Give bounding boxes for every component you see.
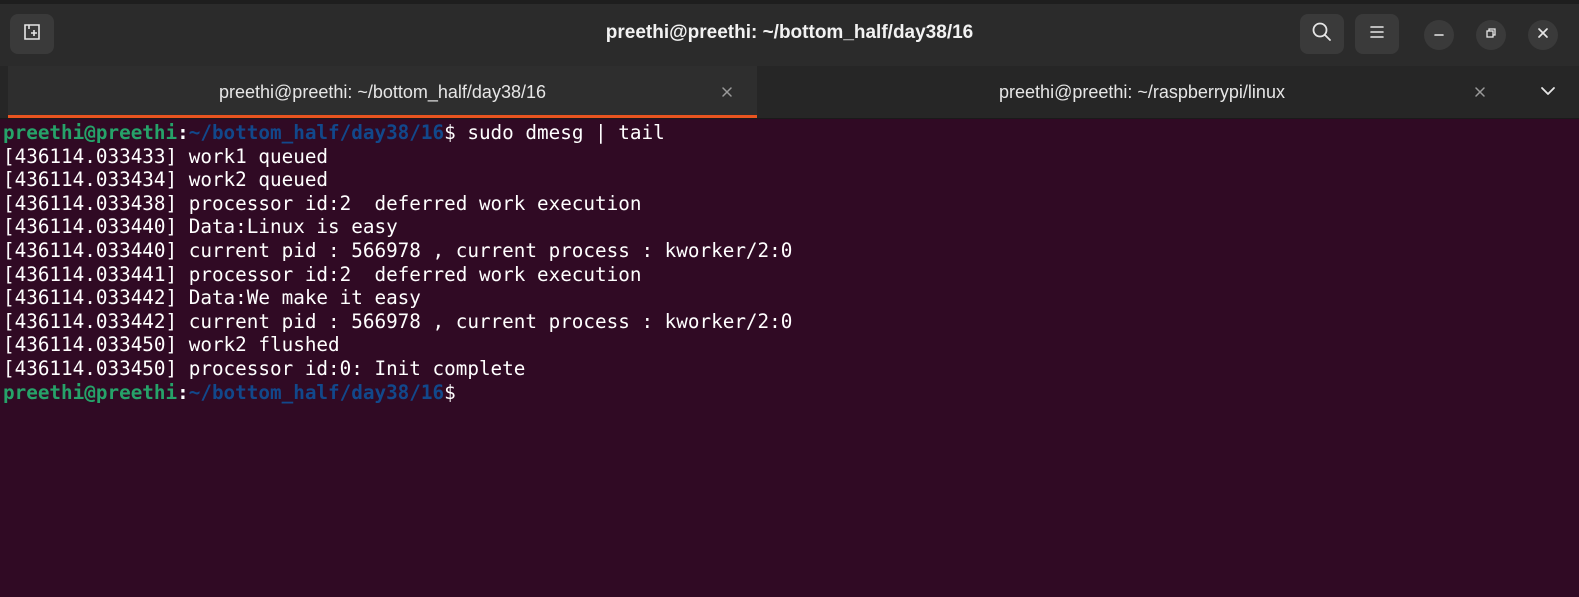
minimize-icon — [1433, 26, 1445, 44]
output-line: [436114.033450] work2 flushed — [3, 333, 340, 357]
tab-bottom-half[interactable]: preethi@preethi: ~/bottom_half/day38/16 — [8, 66, 757, 118]
minimize-button[interactable] — [1424, 20, 1454, 50]
search-button[interactable] — [1300, 14, 1344, 54]
output-line: [436114.033440] Data:Linux is easy — [3, 215, 398, 239]
prompt-user-host: preethi@preethi — [3, 121, 178, 144]
search-icon — [1311, 21, 1333, 48]
new-tab-icon — [22, 22, 42, 47]
output-line: [436114.033434] work2 queued — [3, 168, 329, 192]
output-line: [436114.033442] current pid : 566978 , c… — [3, 309, 793, 333]
command-text: sudo dmesg | tail — [455, 121, 665, 144]
terminal-output[interactable]: preethi@preethi:~/bottom_half/day38/16$ … — [0, 121, 1579, 597]
chevron-down-icon — [1540, 83, 1556, 101]
terminal-window: preethi@preethi: ~/bottom_half/day38/16 — [0, 0, 1579, 597]
tab-close-button[interactable] — [1470, 82, 1490, 102]
prompt-user-host: preethi@preethi — [3, 380, 178, 404]
close-icon — [722, 87, 732, 97]
tab-raspberrypi-linux[interactable]: preethi@preethi: ~/raspberrypi/linux — [757, 66, 1527, 118]
close-icon — [1475, 87, 1485, 97]
active-tab-indicator — [8, 115, 757, 118]
menu-button[interactable] — [1355, 14, 1399, 54]
close-icon — [1537, 26, 1549, 44]
new-tab-button[interactable] — [10, 14, 54, 54]
tab-bar: preethi@preethi: ~/bottom_half/day38/16 … — [0, 66, 1579, 119]
hamburger-menu-icon — [1368, 24, 1386, 45]
output-line: [436114.033442] Data:We make it easy — [3, 286, 421, 310]
prompt-dollar: $ — [444, 121, 456, 144]
tabs-dropdown-button[interactable] — [1534, 80, 1562, 104]
prompt-line: preethi@preethi:~/bottom_half/day38/16$ … — [3, 121, 1579, 145]
restore-button[interactable] — [1476, 20, 1506, 50]
tab-close-button[interactable] — [717, 82, 737, 102]
prompt-colon: : — [177, 121, 189, 144]
prompt-dollar: $ — [444, 380, 456, 404]
output-line: [436114.033440] current pid : 566978 , c… — [3, 238, 793, 262]
output-line: [436114.033433] work1 queued — [3, 144, 329, 168]
prompt-path: ~/bottom_half/day38/16 — [188, 121, 445, 144]
title-bar: preethi@preethi: ~/bottom_half/day38/16 — [0, 0, 1579, 66]
tab-label: preethi@preethi: ~/bottom_half/day38/16 — [219, 81, 546, 102]
output-line: [436114.033450] processor id:0: Init com… — [3, 356, 526, 380]
output-line: [436114.033438] processor id:2 deferred … — [3, 191, 642, 215]
tab-label: preethi@preethi: ~/raspberrypi/linux — [999, 81, 1285, 102]
output-line: [436114.033441] processor id:2 deferred … — [3, 262, 642, 286]
prompt-path: ~/bottom_half/day38/16 — [188, 380, 445, 404]
prompt-colon: : — [177, 380, 189, 404]
restore-icon — [1485, 26, 1497, 44]
close-button[interactable] — [1528, 20, 1558, 50]
prompt-line: preethi@preethi:~/bottom_half/day38/16$ — [3, 381, 1579, 405]
